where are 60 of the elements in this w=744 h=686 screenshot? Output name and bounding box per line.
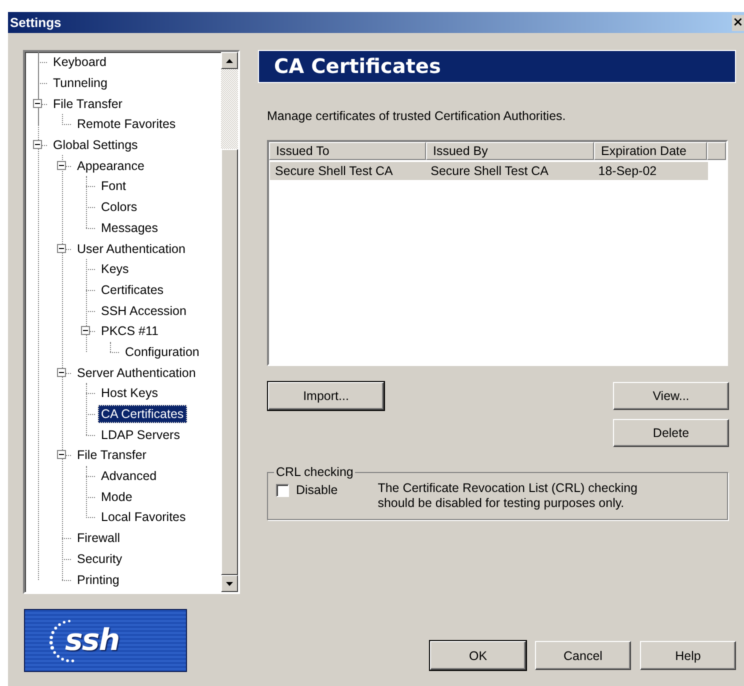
tree-item[interactable]: Certificates xyxy=(98,280,167,299)
tree-item[interactable]: Keyboard xyxy=(50,53,110,72)
tree-item[interactable]: Configuration xyxy=(122,342,202,361)
tree-item[interactable]: Messages xyxy=(98,218,161,237)
close-button[interactable]: × xyxy=(732,14,744,30)
window-title: Settings xyxy=(10,15,62,30)
collapse-icon[interactable] xyxy=(57,450,66,460)
tree-item[interactable]: LDAP Servers xyxy=(98,426,183,444)
tree-item[interactable]: Host Keys xyxy=(98,384,161,402)
column-header[interactable]: Issued To xyxy=(269,142,426,160)
collapse-icon[interactable] xyxy=(33,140,42,150)
scroll-down-button[interactable] xyxy=(221,575,238,592)
tree-item[interactable]: Colors xyxy=(98,198,140,216)
group-title: CRL checking xyxy=(275,465,354,479)
description: Manage certificates of trusted Certification Authorities. xyxy=(267,109,567,123)
tree-item[interactable]: Global Settings xyxy=(50,136,141,154)
scroll-thumb[interactable] xyxy=(221,149,238,575)
table-cell-text: Secure Shell Test CA xyxy=(274,164,394,178)
tree-item[interactable]: User Authentication xyxy=(74,240,188,258)
dialog-button[interactable]: Cancel xyxy=(535,641,631,670)
tree-item[interactable]: Firewall xyxy=(74,529,124,548)
tree-item[interactable]: CA Certificates xyxy=(98,405,187,424)
dialog-button[interactable]: Help xyxy=(640,641,736,670)
import-button[interactable]: Import... xyxy=(268,382,384,410)
tree-item[interactable]: Appearance xyxy=(74,156,148,175)
collapse-icon[interactable] xyxy=(81,326,90,336)
checkbox[interactable] xyxy=(276,484,289,496)
tree-item[interactable]: Tunneling xyxy=(50,74,110,92)
column-header[interactable]: Expiration Date xyxy=(594,142,707,160)
collapse-icon[interactable] xyxy=(57,244,66,253)
certificate-row[interactable]: Secure Shell Test CA Secure Shell Test CA 18-Sep-02 xyxy=(270,162,708,180)
column-header[interactable]: Issued By xyxy=(426,142,594,160)
tree-item[interactable]: Remote Favorites xyxy=(74,115,179,134)
tree-item[interactable]: File Transfer xyxy=(74,446,150,464)
checkbox-label[interactable]: Disable xyxy=(296,483,338,497)
tree-item[interactable]: PKCS #11 xyxy=(98,322,162,340)
collapse-icon[interactable] xyxy=(33,98,42,108)
dialog-button[interactable]: OK xyxy=(430,641,526,670)
scroll-up-button[interactable] xyxy=(221,52,238,69)
tree-item[interactable]: Mode xyxy=(98,488,136,506)
table-cell-text: Secure Shell Test CA xyxy=(430,164,550,178)
collapse-icon[interactable] xyxy=(57,368,66,377)
crl-note: The Certificate Revocation List (CRL) checking should be disabled for testing purposes only. xyxy=(378,481,639,511)
ssh-logo: ssh xyxy=(24,609,187,672)
tree-item[interactable]: Security xyxy=(74,550,126,568)
tree-item[interactable]: Font xyxy=(98,177,130,196)
tree-item[interactable]: Keys xyxy=(98,260,132,278)
down-arrow-icon xyxy=(226,582,233,586)
page-header: CA Certificates xyxy=(258,50,736,83)
tree-item[interactable]: Local Favorites xyxy=(98,508,189,526)
tree-item[interactable]: File Transfer xyxy=(50,94,126,113)
view-button[interactable]: View... xyxy=(613,382,729,410)
table-cell-text: 18-Sep-02 xyxy=(597,164,658,178)
tree-item[interactable]: Advanced xyxy=(98,467,160,486)
tree-item[interactable]: SSH Accession xyxy=(98,302,190,320)
delete-button[interactable]: Delete xyxy=(613,419,729,447)
up-arrow-icon xyxy=(226,58,233,62)
tree-item[interactable]: Server Authentication xyxy=(74,364,199,382)
tree-item[interactable]: Printing xyxy=(74,570,122,589)
collapse-icon[interactable] xyxy=(57,160,66,170)
